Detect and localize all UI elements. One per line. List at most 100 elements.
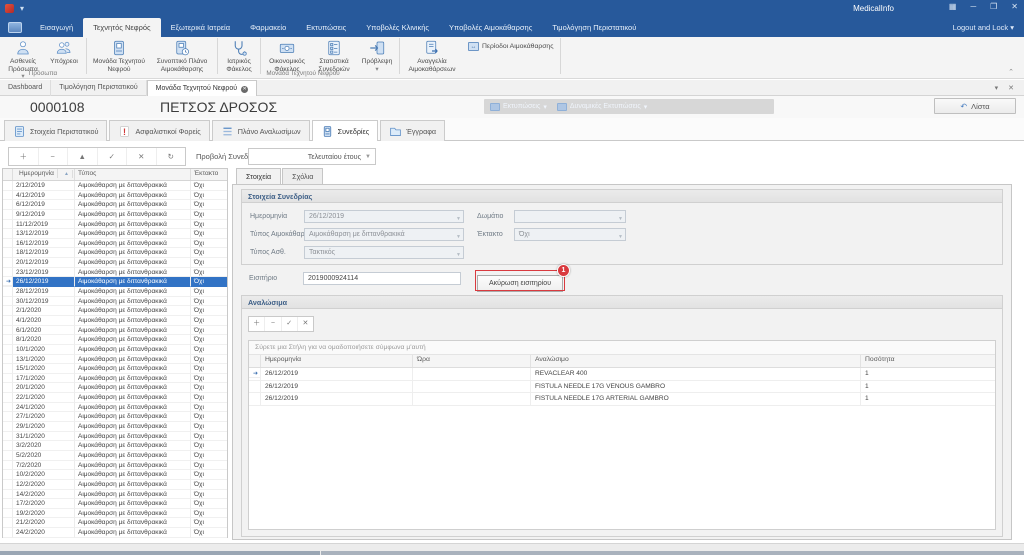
session-row[interactable]: 7/2/2020Αιμοκάθαρση με διττανθρακικάΌχι xyxy=(3,461,227,471)
menu-tab[interactable]: Υποβολές Αιμοκάθαρσης xyxy=(439,18,542,37)
session-row[interactable]: 17/1/2020Αιμοκάθαρση με διττανθρακικάΌχι xyxy=(3,374,227,384)
session-row[interactable]: 10/2/2020Αιμοκάθαρση με διττανθρακικάΌχι xyxy=(3,470,227,480)
session-row[interactable]: 5/2/2020Αιμοκάθαρση με διττανθρακικάΌχι xyxy=(3,451,227,461)
restore-icon[interactable]: ❐ xyxy=(990,2,997,11)
session-row[interactable]: 14/2/2020Αιμοκάθαρση με διττανθρακικάΌχι xyxy=(3,490,227,500)
tab-comments[interactable]: Σχόλια xyxy=(282,168,323,184)
tab-case-details[interactable]: Στοιχεία Περιστατικού xyxy=(4,120,107,141)
cancel-button[interactable]: ✕ xyxy=(127,148,157,165)
session-row[interactable]: 29/1/2020Αιμοκάθαρση με διττανθρακικάΌχι xyxy=(3,422,227,432)
session-row[interactable]: 21/2/2020Αιμοκάθαρση με διττανθρακικάΌχι xyxy=(3,518,227,528)
session-row[interactable]: 16/12/2019Αιμοκάθαρση με διττανθρακικάΌχ… xyxy=(3,239,227,249)
tab-sessions[interactable]: Συνεδρίες xyxy=(312,120,379,142)
consumable-row[interactable]: 26/12/2019FISTULA NEEDLE 17G VENOUS GAMB… xyxy=(249,381,995,394)
ribbon-button-session-stats[interactable]: Στατιστικά Συνεδριών xyxy=(311,38,357,73)
column-header-date[interactable]: Ημερομηνία xyxy=(261,355,413,367)
session-row[interactable]: 19/2/2020Αιμοκάθαρση με διττανθρακικάΌχι xyxy=(3,509,227,519)
session-row[interactable]: 30/12/2019Αιμοκάθαρση με διττανθρακικάΌχ… xyxy=(3,297,227,307)
ribbon-button-dialysis-announcement[interactable]: Αναγγελία Αιμοκαθάρσεων xyxy=(402,38,462,73)
tab-list-dropdown-icon[interactable]: ▾ xyxy=(995,84,999,95)
logout-menu[interactable]: Logout and Lock ▾ xyxy=(943,18,1024,37)
delete-button[interactable]: − xyxy=(39,148,69,165)
session-row[interactable]: 8/1/2020Αιμοκάθαρση με διττανθρακικάΌχι xyxy=(3,335,227,345)
file-menu-icon[interactable] xyxy=(8,22,22,33)
session-row[interactable]: 3/2/2020Αιμοκάθαρση με διττανθρακικάΌχι xyxy=(3,441,227,451)
session-row[interactable]: 22/1/2020Αιμοκάθαρση με διττανθρακικάΌχι xyxy=(3,393,227,403)
session-row[interactable]: 20/12/2019Αιμοκάθαρση με διττανθρακικάΌχ… xyxy=(3,258,227,268)
dialysis-type-field[interactable]: Αιμοκάθαρση με διττανθρακικά▼ xyxy=(304,228,464,241)
confirm-button[interactable]: ✓ xyxy=(98,148,128,165)
list-button[interactable]: ↶ Λίστα xyxy=(934,98,1016,114)
session-row[interactable]: 31/1/2020Αιμοκάθαρση με διττανθρακικάΌχι xyxy=(3,432,227,442)
menu-tab[interactable]: Εξωτερικά Ιατρεία xyxy=(161,18,240,37)
tab-details[interactable]: Στοιχεία xyxy=(236,168,281,185)
prints-button[interactable]: Εκτυπώσεις ▾ xyxy=(490,103,547,111)
session-row[interactable]: 23/12/2019Αιμοκάθαρση με διττανθρακικάΌχ… xyxy=(3,268,227,278)
tab-consumables-plan[interactable]: Πλάνο Αναλωσίμων xyxy=(212,120,310,141)
column-header-qty[interactable]: Ποσότητα xyxy=(861,355,995,367)
column-header-extra[interactable]: Έκτακτο xyxy=(191,169,227,180)
tab-close-all-icon[interactable]: ✕ xyxy=(1008,84,1014,95)
menu-tab[interactable]: Εισαγωγή xyxy=(30,18,83,37)
session-row[interactable]: 13/12/2019Αιμοκάθαρση με διττανθρακικάΌχ… xyxy=(3,229,227,239)
room-field[interactable]: ▼ xyxy=(514,210,626,223)
ribbon-collapse-icon[interactable]: ⌃ xyxy=(1008,68,1014,76)
cancel-button[interactable]: ✕ xyxy=(298,317,313,331)
ticket-field[interactable]: 2019000924114 xyxy=(303,272,461,285)
menu-tab[interactable]: Υποβολές Κλινικής xyxy=(356,18,439,37)
session-row[interactable]: 4/1/2020Αιμοκάθαρση με διττανθρακικάΌχι xyxy=(3,316,227,326)
ribbon-button-dialysis-unit[interactable]: Μονάδα Τεχνητού Νεφρού xyxy=(89,38,149,73)
dynamic-prints-button[interactable]: Δυναμικές Εκτυπώσεις ▾ xyxy=(557,103,647,111)
session-row[interactable]: 24/2/2020Αιμοκάθαρση με διττανθρακικάΌχι xyxy=(3,528,227,538)
menu-tab-active[interactable]: Τεχνητός Νεφρός xyxy=(83,18,160,37)
menu-tab[interactable]: Τιμολόγηση Περιστατικού xyxy=(542,18,646,37)
date-field[interactable]: 26/12/2019▼ xyxy=(304,210,464,223)
doc-tab-dashboard[interactable]: Dashboard xyxy=(0,80,51,96)
session-row[interactable]: 9/12/2019Αιμοκάθαρση με διττανθρακικάΌχι xyxy=(3,210,227,220)
session-row[interactable]: 4/12/2019Αιμοκάθαρση με διττανθρακικάΌχι xyxy=(3,191,227,201)
ribbon-button-forecast[interactable]: Πρόβλεψη▾ xyxy=(357,38,397,73)
session-row[interactable]: 2/12/2019Αιμοκάθαρση με διττανθρακικάΌχι xyxy=(3,181,227,191)
tab-documents[interactable]: Έγγραφα xyxy=(380,120,445,141)
menu-tab[interactable]: Εκτυπώσεις xyxy=(296,18,356,37)
session-row[interactable]: 6/1/2020Αιμοκάθαρση με διττανθρακικάΌχι xyxy=(3,326,227,336)
minimize-icon[interactable]: ─ xyxy=(970,2,976,11)
doc-tab-billing[interactable]: Τιμολόγηση Περιστατικού xyxy=(51,80,146,96)
session-row[interactable]: 28/12/2019Αιμοκάθαρση με διττανθρακικάΌχ… xyxy=(3,287,227,297)
ribbon-button-financial-file[interactable]: Οικονομικός Φάκελος xyxy=(263,38,311,73)
refresh-button[interactable]: ↻ xyxy=(157,148,186,165)
edit-button[interactable]: ▲ xyxy=(68,148,98,165)
session-row[interactable]: 11/12/2019Αιμοκάθαρση με διττανθρακικάΌχ… xyxy=(3,220,227,230)
session-row[interactable]: 2/1/2020Αιμοκάθαρση με διττανθρακικάΌχι xyxy=(3,306,227,316)
view-period-select[interactable]: Τελευταίου έτους ▼ xyxy=(248,148,376,165)
session-row[interactable]: 24/1/2020Αιμοκάθαρση με διττανθρακικάΌχι xyxy=(3,403,227,413)
column-header-time[interactable]: Ώρα xyxy=(413,355,531,367)
add-button[interactable]: ＋ xyxy=(249,317,265,331)
session-row[interactable]: 10/1/2020Αιμοκάθαρση με διττανθρακικάΌχι xyxy=(3,345,227,355)
ribbon-button-summary-plan[interactable]: Συνοπτικό Πλάνο Αιμοκάθαρσης xyxy=(149,38,215,73)
column-header-item[interactable]: Αναλώσιμο xyxy=(531,355,861,367)
ribbon-button-dialysis-periods[interactable]: ↔ Περίοδοι Αιμοκάθαρσης xyxy=(468,42,554,51)
delete-button[interactable]: − xyxy=(265,317,281,331)
session-row[interactable]: 27/1/2020Αιμοκάθαρση με διττανθρακικάΌχι xyxy=(3,412,227,422)
session-row[interactable]: ➜26/12/2019Αιμοκάθαρση με διττανθρακικάΌ… xyxy=(3,277,227,287)
session-row[interactable]: 6/12/2019Αιμοκάθαρση με διττανθρακικάΌχι xyxy=(3,200,227,210)
doc-tab-dialysis-unit[interactable]: Μονάδα Τεχνητού Νεφρού✕ xyxy=(147,80,257,96)
tab-close-icon[interactable]: ✕ xyxy=(241,86,248,93)
session-row[interactable]: 17/2/2020Αιμοκάθαρση με διττανθρακικάΌχι xyxy=(3,499,227,509)
add-button[interactable]: ＋ xyxy=(9,148,39,165)
consumable-row[interactable]: 26/12/2019FISTULA NEEDLE 17G ARTERIAL GA… xyxy=(249,393,995,406)
session-row[interactable]: 15/1/2020Αιμοκάθαρση με διττανθρακικάΌχι xyxy=(3,364,227,374)
consumable-row[interactable]: ➜26/12/2019REVACLEAR 4001 xyxy=(249,368,995,381)
column-header-type[interactable]: Τύπος xyxy=(75,169,191,180)
ribbon-button-guarantors[interactable]: Υπόχρεοι xyxy=(44,38,84,66)
extra-field[interactable]: Όχι▼ xyxy=(514,228,626,241)
menu-tab[interactable]: Φαρμακείο xyxy=(240,18,296,37)
patient-type-field[interactable]: Τακτικός▼ xyxy=(304,246,464,259)
quick-access-toggle-icon[interactable]: ▾ xyxy=(20,4,24,13)
confirm-button[interactable]: ✓ xyxy=(282,317,298,331)
session-row[interactable]: 13/1/2020Αιμοκάθαρση με διττανθρακικάΌχι xyxy=(3,355,227,365)
session-row[interactable]: 12/2/2020Αιμοκάθαρση με διττανθρακικάΌχι xyxy=(3,480,227,490)
ribbon-button-medical-file[interactable]: Ιατρικός Φάκελος xyxy=(220,38,258,73)
session-row[interactable]: 20/1/2020Αιμοκάθαρση με διττανθρακικάΌχι xyxy=(3,383,227,393)
